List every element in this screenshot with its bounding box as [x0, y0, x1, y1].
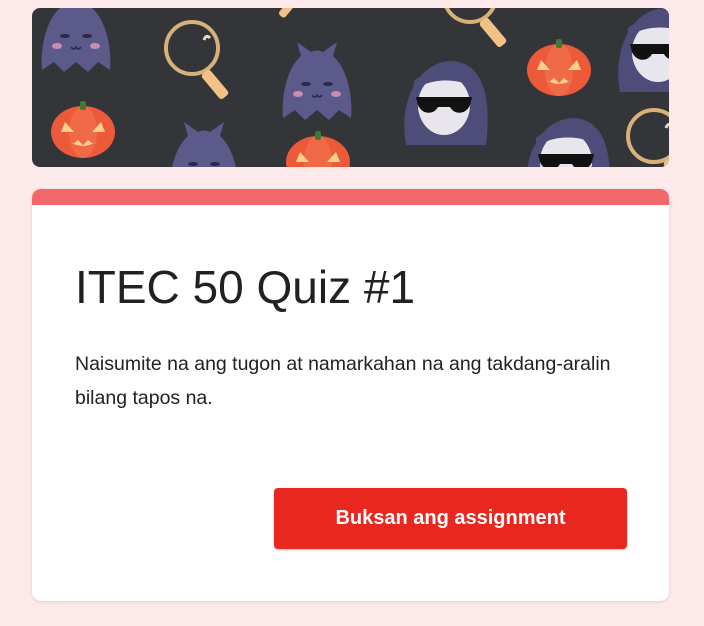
ghost-icon — [40, 8, 112, 73]
magnifying-glass-icon — [164, 20, 232, 103]
sunglasses-skull-icon — [618, 8, 669, 92]
jack-o-lantern-icon — [527, 39, 591, 96]
sunglasses-skull-icon — [526, 118, 610, 167]
confirmation-message: Naisumite na ang tugon at namarkahan na … — [75, 353, 611, 409]
magnifying-glass-icon — [442, 8, 510, 51]
sunglasses-skull-icon — [404, 61, 488, 145]
header-banner — [32, 8, 669, 167]
form-title: ITEC 50 Quiz #1 — [75, 261, 416, 313]
ghost-icon — [168, 121, 240, 167]
card-accent-bar — [32, 189, 669, 205]
jack-o-lantern-icon — [51, 101, 115, 158]
magnifying-glass-handle — [279, 8, 293, 18]
jack-o-lantern-icon — [286, 131, 350, 167]
open-assignment-button[interactable]: Buksan ang assignment — [274, 488, 627, 549]
form-card: ITEC 50 Quiz #1 Naisumite na ang tugon a… — [32, 189, 669, 601]
magnifying-glass-icon — [626, 108, 669, 167]
ghost-icon — [281, 41, 353, 121]
